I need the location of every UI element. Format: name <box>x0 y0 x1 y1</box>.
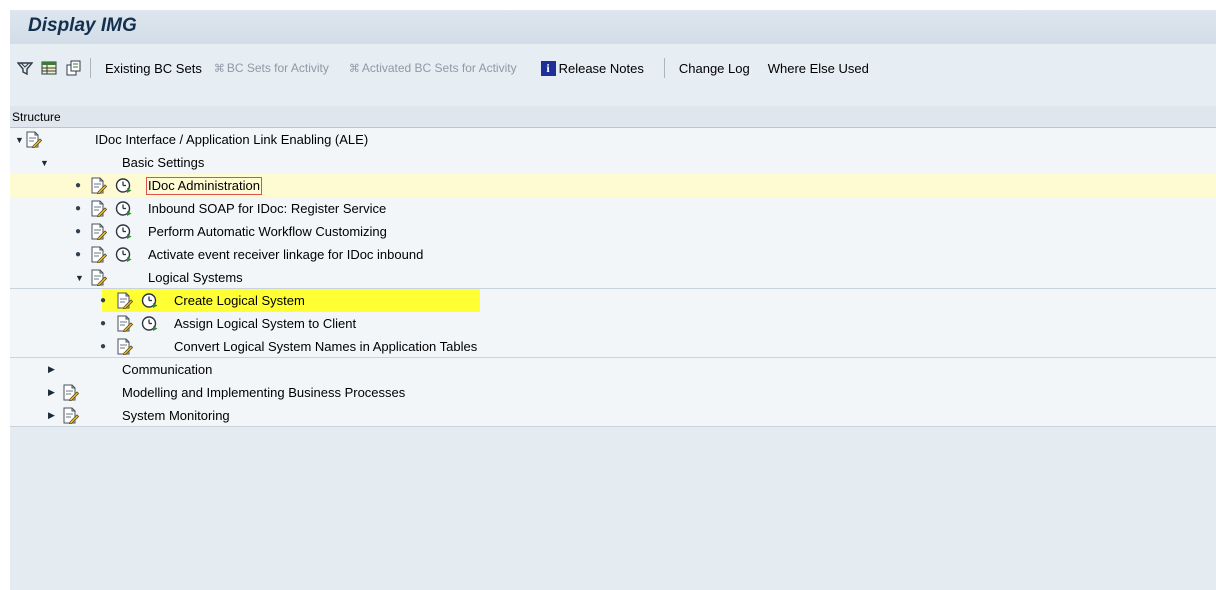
leaf-bullet-icon: ● <box>100 295 107 306</box>
tree-node-create-logical-system[interactable]: ● Create Logical System <box>10 289 1216 312</box>
collapse-toggle-icon[interactable]: ▶ <box>48 404 55 427</box>
execute-clock-icon[interactable] <box>115 220 132 243</box>
tree-node-ale[interactable]: ▼ IDoc Interface / Application Link Enab… <box>10 128 1216 151</box>
collapse-toggle-icon[interactable]: ▶ <box>48 381 55 404</box>
existing-bc-sets-button[interactable]: Existing BC Sets <box>99 61 208 76</box>
leaf-bullet-icon: ● <box>75 203 82 214</box>
expand-toggle-icon[interactable]: ▼ <box>40 151 49 174</box>
tree-node-label[interactable]: IDoc Administration <box>146 176 262 195</box>
tree-node-label[interactable]: IDoc Interface / Application Link Enabli… <box>95 128 368 151</box>
leaf-bullet-icon: ● <box>100 341 107 352</box>
tree-node-logical-systems[interactable]: ▼ Logical Systems <box>10 266 1216 289</box>
document-icon[interactable] <box>25 128 42 151</box>
tree-node-system-monitoring[interactable]: ▶ System Monitoring <box>10 404 1216 427</box>
bc-sets-icon: ⌘ <box>348 62 360 75</box>
info-icon: i <box>540 60 556 76</box>
tree-node-label[interactable]: Activate event receiver linkage for IDoc… <box>148 243 423 266</box>
bc-sets-icon: ⌘ <box>213 62 225 75</box>
tree-node-label[interactable]: Inbound SOAP for IDoc: Register Service <box>148 197 386 220</box>
collapse-toggle-icon[interactable]: ▶ <box>48 358 55 381</box>
tree-node-assign-logical-system[interactable]: ● Assign Logical System to Client <box>10 312 1216 335</box>
leaf-bullet-icon: ● <box>75 226 82 237</box>
img-window: Display IMG Existing BC Sets ⌘ BC Sets f… <box>10 10 1216 590</box>
page-title: Display IMG <box>28 15 137 36</box>
leaf-bullet-icon: ● <box>100 318 107 329</box>
tree-node-label-focus[interactable]: IDoc Administration <box>146 174 262 197</box>
table-icon[interactable] <box>40 59 58 77</box>
release-notes-button[interactable]: i Release Notes <box>535 60 650 76</box>
leaf-bullet-icon: ● <box>75 249 82 260</box>
execute-clock-icon[interactable] <box>141 289 158 312</box>
structure-header: Structure <box>10 106 1216 128</box>
document-icon[interactable] <box>90 220 107 243</box>
copy-icon[interactable] <box>64 59 82 77</box>
tree-node-label[interactable]: Modelling and Implementing Business Proc… <box>122 381 405 404</box>
change-log-button[interactable]: Change Log <box>673 61 756 76</box>
tree-node-communication[interactable]: ▶ Communication <box>10 358 1216 381</box>
bc-sets-for-activity-label: BC Sets for Activity <box>226 61 329 75</box>
leaf-bullet-icon: ● <box>75 180 82 191</box>
application-toolbar: Existing BC Sets ⌘ BC Sets for Activity … <box>10 54 1216 82</box>
document-icon[interactable] <box>90 266 107 289</box>
tree-node-label[interactable]: Basic Settings <box>122 151 204 174</box>
where-else-used-button[interactable]: Where Else Used <box>762 61 875 76</box>
tree-node-workflow-customizing[interactable]: ● Perform Automatic Workflow Customizing <box>10 220 1216 243</box>
document-icon[interactable] <box>116 289 133 312</box>
tree-node-idoc-administration[interactable]: ● IDoc Administration <box>10 174 1216 197</box>
title-bar: Display IMG <box>10 10 1216 44</box>
tree-node-modelling-business-processes[interactable]: ▶ Modelling and Implementing Business Pr… <box>10 381 1216 404</box>
activated-bc-sets-label: Activated BC Sets for Activity <box>361 61 517 75</box>
tree-node-label[interactable]: Convert Logical System Names in Applicat… <box>174 335 477 358</box>
expand-toggle-icon[interactable]: ▼ <box>75 266 84 289</box>
filter-icon[interactable] <box>16 59 34 77</box>
document-icon[interactable] <box>62 404 79 427</box>
tree-node-convert-logical-system-names[interactable]: ● Convert Logical System Names in Applic… <box>10 335 1216 358</box>
document-icon[interactable] <box>62 381 79 404</box>
tree-node-label[interactable]: Perform Automatic Workflow Customizing <box>148 220 387 243</box>
execute-clock-icon[interactable] <box>115 174 132 197</box>
document-icon[interactable] <box>116 312 133 335</box>
execute-clock-icon[interactable] <box>141 312 158 335</box>
execute-clock-icon[interactable] <box>115 243 132 266</box>
tree-node-label[interactable]: Create Logical System <box>174 289 305 312</box>
release-notes-label: Release Notes <box>558 60 644 76</box>
bc-sets-for-activity-button[interactable]: ⌘ BC Sets for Activity <box>208 61 335 75</box>
tree-node-label[interactable]: System Monitoring <box>122 404 230 427</box>
document-icon[interactable] <box>90 243 107 266</box>
tree-node-event-receiver-linkage[interactable]: ● Activate event receiver linkage for ID… <box>10 243 1216 266</box>
execute-clock-icon[interactable] <box>115 197 132 220</box>
tree-node-label[interactable]: Logical Systems <box>148 266 243 289</box>
tree-node-inbound-soap[interactable]: ● Inbound SOAP for IDoc: Register Servic… <box>10 197 1216 220</box>
toolbar-separator <box>663 58 665 78</box>
toolbar-separator <box>90 58 91 78</box>
document-icon[interactable] <box>90 174 107 197</box>
document-icon[interactable] <box>116 335 133 358</box>
tree-node-label[interactable]: Assign Logical System to Client <box>174 312 356 335</box>
activated-bc-sets-button[interactable]: ⌘ Activated BC Sets for Activity <box>343 61 523 75</box>
tree-node-basic-settings[interactable]: ▼ Basic Settings <box>10 151 1216 174</box>
document-icon[interactable] <box>90 197 107 220</box>
structure-panel: Structure ▼ IDoc Interface / Application… <box>10 106 1216 590</box>
tree-node-label[interactable]: Communication <box>122 358 212 381</box>
expand-toggle-icon[interactable]: ▼ <box>15 128 24 151</box>
